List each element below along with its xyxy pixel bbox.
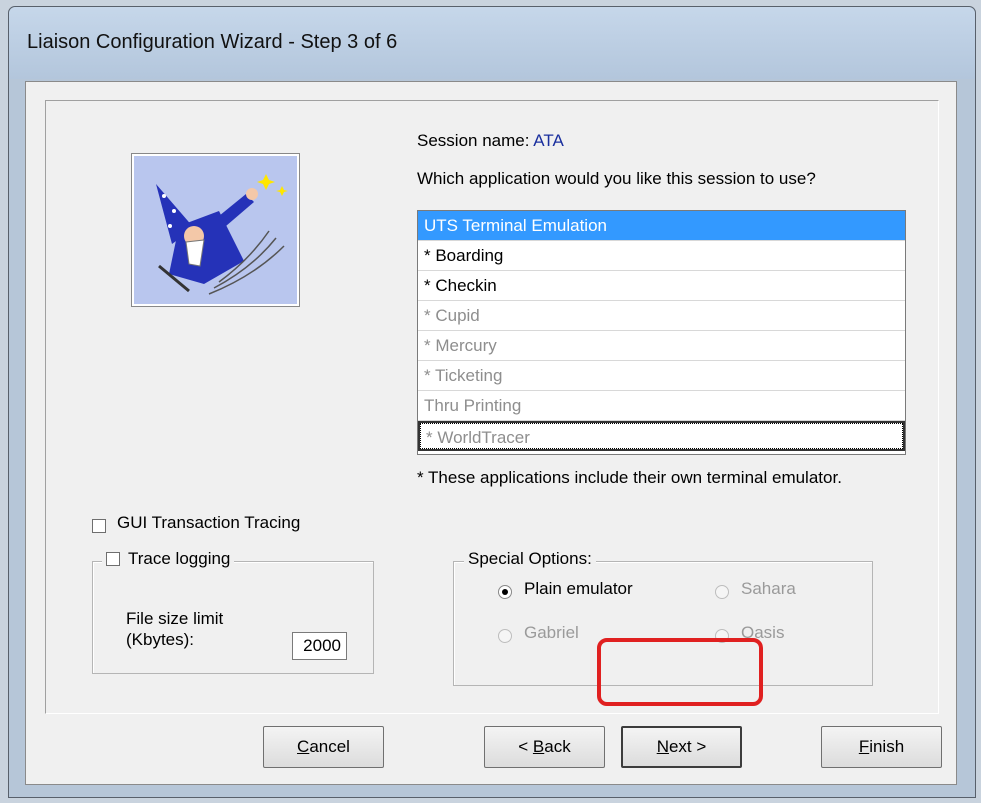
plain-emulator-radio[interactable]: [498, 585, 512, 599]
next-button-mnemonic: N: [656, 737, 669, 756]
session-name-value: ATA: [533, 131, 564, 150]
finish-button[interactable]: Finish: [821, 726, 942, 768]
cancel-button-label: ancel: [309, 737, 350, 756]
special-options-legend: Special Options:: [464, 549, 596, 569]
trace-logging-legend: Trace logging: [102, 549, 235, 569]
cancel-button-mnemonic: C: [297, 737, 310, 756]
window-title: Liaison Configuration Wizard - Step 3 of…: [27, 31, 398, 53]
list-item-mercury[interactable]: * Mercury: [418, 331, 905, 361]
back-button-label: ack: [544, 737, 571, 756]
dialog-client-area: Session name: ATA Which application woul…: [25, 81, 957, 785]
trace-logging-checkbox[interactable]: [106, 551, 120, 566]
list-item-cupid[interactable]: * Cupid: [418, 301, 905, 331]
file-size-label-line1: File size limit: [126, 609, 224, 628]
session-name-label: Session name:: [417, 131, 530, 150]
sahara-radio[interactable]: [715, 585, 729, 599]
list-item-checkin[interactable]: * Checkin: [418, 271, 905, 301]
file-size-input[interactable]: 2000: [292, 632, 347, 660]
gabriel-label[interactable]: Gabriel: [524, 623, 579, 643]
gui-tracing-checkbox[interactable]: [92, 519, 106, 533]
sahara-label[interactable]: Sahara: [741, 579, 796, 599]
wizard-window: Liaison Configuration Wizard - Step 3 of…: [8, 6, 976, 798]
next-button-highlight: [597, 638, 763, 706]
back-button-mnemonic: B: [532, 737, 545, 756]
list-item-uts-terminal-emulation[interactable]: UTS Terminal Emulation: [418, 211, 905, 241]
title-bar[interactable]: Liaison Configuration Wizard - Step 3 of…: [9, 7, 975, 79]
list-item-thru-printing[interactable]: Thru Printing: [418, 391, 905, 421]
plain-emulator-label[interactable]: Plain emulator: [524, 579, 633, 599]
next-button-label: ext >: [668, 737, 707, 756]
wizard-panel: Session name: ATA Which application woul…: [45, 100, 939, 714]
next-button[interactable]: Next >: [621, 726, 742, 768]
application-question: Which application would you like this se…: [417, 169, 816, 188]
trace-logging-label[interactable]: Trace logging: [128, 549, 230, 568]
file-size-label-line2: (Kbytes):: [126, 630, 195, 649]
finish-button-label: inish: [869, 737, 905, 756]
back-button[interactable]: < Back: [484, 726, 605, 768]
cancel-button[interactable]: Cancel: [263, 726, 384, 768]
list-item-worldtracer[interactable]: * WorldTracer: [418, 421, 905, 451]
gui-tracing-label[interactable]: GUI Transaction Tracing: [117, 513, 300, 533]
finish-button-mnemonic: F: [858, 737, 870, 756]
back-button-prefix: <: [518, 737, 533, 756]
gabriel-radio[interactable]: [498, 629, 512, 643]
session-name-row: Session name: ATA: [417, 131, 564, 151]
emulator-note: * These applications include their own t…: [417, 468, 842, 487]
application-listbox[interactable]: UTS Terminal Emulation * Boarding * Chec…: [417, 210, 906, 455]
list-item-boarding[interactable]: * Boarding: [418, 241, 905, 271]
list-item-ticketing[interactable]: * Ticketing: [418, 361, 905, 391]
wizard-icon: [131, 153, 300, 307]
